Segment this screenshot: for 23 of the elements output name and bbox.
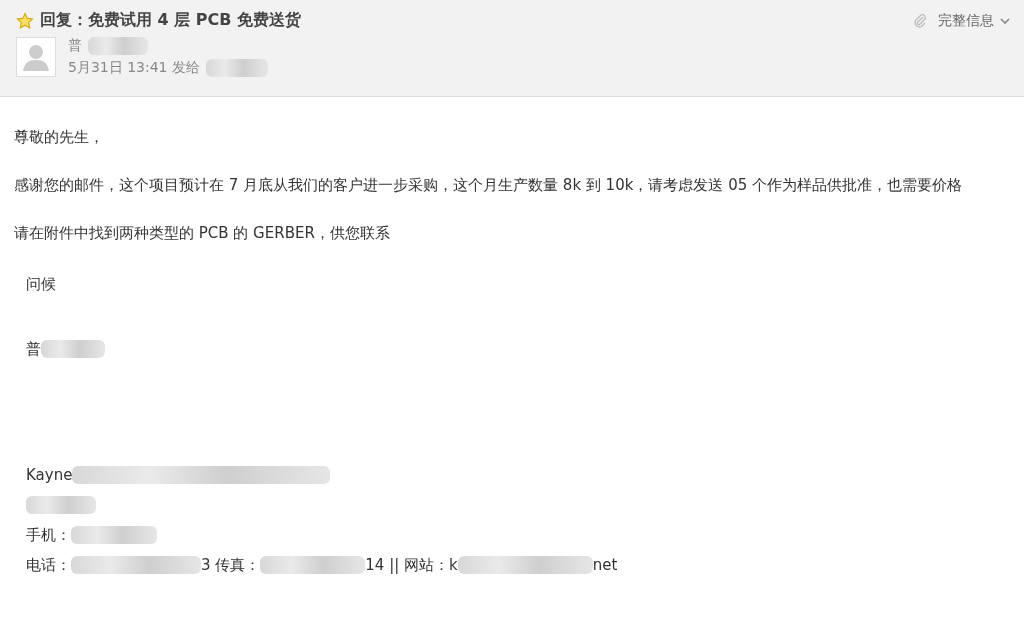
signature-text: 14 || 网站：k [365,555,458,575]
signature-text: Kayne [26,466,73,484]
send-info: 5月31日 13:41 发给 [68,59,200,77]
body-paragraph: 尊敬的先生， [14,127,105,148]
redaction-blur [41,340,105,358]
redaction-blur [88,37,148,55]
sender-name: 普 [68,37,82,55]
signature-text: net [592,556,618,574]
signature-name: 普 [26,339,41,359]
signature-text: 手机： [26,525,71,545]
redaction-blur [205,59,268,77]
body-paragraph: 感谢您的邮件，这个项目预计在 7 月底从我们的客户进一步采购，这个月生产数量 8k 到 10k，请考虑发送 05 个作为样品供批准，也需要价格 [14,175,963,196]
details-link[interactable]: 完整信息 [938,11,994,30]
avatar-icon [16,37,56,77]
redaction-blur [26,496,96,514]
paperclip-icon [912,12,928,29]
body-paragraph: 请在附件中找到两种类型的 PCB 的 GERBER，供您联系 [14,223,391,244]
signature-text: 电话： [26,555,71,575]
chevron-down-icon[interactable] [1000,16,1010,25]
greeting-text: 问候 [26,275,57,294]
email-subject: 回复：免费试用 4 层 PCB 免费送货 [40,10,302,31]
star-icon[interactable] [16,11,34,30]
signature-text: 3 传真： [201,555,261,575]
